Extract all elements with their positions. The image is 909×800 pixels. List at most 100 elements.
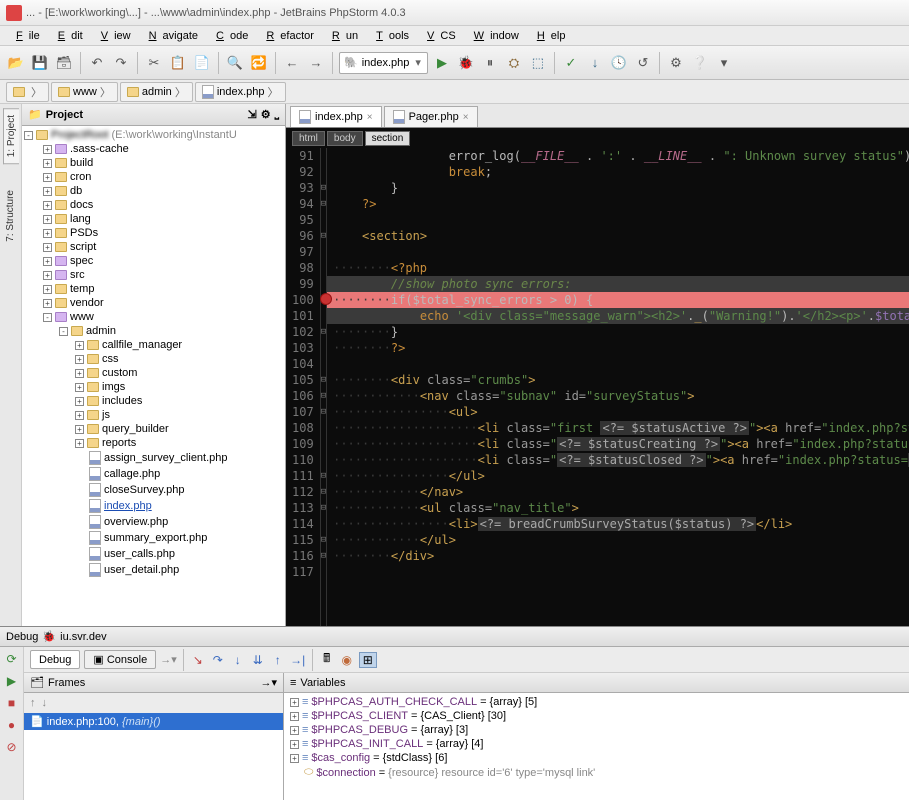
layout-icon[interactable]: ⊞ xyxy=(359,652,377,668)
variable-row[interactable]: + ≡ $PHPCAS_AUTH_CHECK_CALL = {array} [5… xyxy=(290,695,903,709)
tree-item[interactable]: +custom xyxy=(24,366,283,380)
tree-item[interactable]: +reports xyxy=(24,436,283,450)
variable-row[interactable]: + ≡ $PHPCAS_INIT_CALL = {array} [4] xyxy=(290,737,903,751)
tree-item[interactable]: assign_survey_client.php xyxy=(24,450,283,466)
replace-icon[interactable]: 🔁 xyxy=(249,53,269,73)
tree-item[interactable]: +callfile_manager xyxy=(24,338,283,352)
breadcrumb-item[interactable]: 〉 xyxy=(6,82,49,102)
menu-tools[interactable]: Tools xyxy=(364,28,415,44)
step-into-icon[interactable]: ↓ xyxy=(230,652,246,668)
code-editor[interactable]: 9192939495969798991001011021031041051061… xyxy=(286,148,909,626)
line-gutter[interactable]: 9192939495969798991001011021031041051061… xyxy=(286,148,321,626)
tree-item[interactable]: +src xyxy=(24,268,283,282)
tree-item[interactable]: +css xyxy=(24,352,283,366)
tree-item[interactable]: +temp xyxy=(24,282,283,296)
frames-dropdown-icon[interactable]: →▾ xyxy=(260,676,277,689)
view-breakpoints-icon[interactable]: ● xyxy=(4,717,20,733)
redo-icon[interactable]: ↷ xyxy=(111,53,131,73)
vcs-update-icon[interactable]: ↓ xyxy=(585,53,605,73)
tb-icon-2[interactable]: ⬚ xyxy=(528,53,548,73)
menu-refactor[interactable]: Refactor xyxy=(254,28,320,44)
project-tree[interactable]: -ProjectRoot (E:\work\working\InstantU+.… xyxy=(22,126,285,626)
hide-icon[interactable]: ⎵ xyxy=(275,108,279,121)
variables-list[interactable]: + ≡ $PHPCAS_AUTH_CHECK_CALL = {array} [5… xyxy=(284,693,909,800)
menu-edit[interactable]: Edit xyxy=(46,28,89,44)
variable-row[interactable]: + ≡ $cas_config = {stdClass} [6] xyxy=(290,751,903,765)
menu-view[interactable]: View xyxy=(89,28,137,44)
path-segment[interactable]: section xyxy=(365,131,411,146)
frame-item[interactable]: 📄 index.php:100, {main}() xyxy=(24,713,283,730)
menu-file[interactable]: File xyxy=(4,28,46,44)
debug-tab-debug[interactable]: Debug xyxy=(30,650,80,669)
tree-item[interactable]: summary_export.php xyxy=(24,530,283,546)
tb-dropdown-icon[interactable]: ▾ xyxy=(714,53,734,73)
tree-item[interactable]: overview.php xyxy=(24,514,283,530)
forward-icon[interactable]: → xyxy=(306,53,326,73)
tree-item[interactable]: +docs xyxy=(24,198,283,212)
debug-tab-console[interactable]: ▣Console xyxy=(84,650,156,669)
tree-item[interactable]: -admin xyxy=(24,324,283,338)
tree-item[interactable]: +includes xyxy=(24,394,283,408)
breadcrumb-item[interactable]: www〉 xyxy=(51,82,118,102)
close-icon[interactable]: × xyxy=(463,112,469,123)
code-content[interactable]: error_log(__FILE__ . ':' . __LINE__ . ":… xyxy=(327,148,909,626)
close-icon[interactable]: × xyxy=(367,112,373,123)
tree-item[interactable]: user_calls.php xyxy=(24,546,283,562)
frame-down-icon[interactable]: ↓ xyxy=(42,697,48,709)
tree-item[interactable]: -www xyxy=(24,310,283,324)
gear-icon[interactable]: ⚙ xyxy=(261,108,271,121)
cut-icon[interactable]: ✂ xyxy=(144,53,164,73)
menu-window[interactable]: Window xyxy=(462,28,525,44)
paste-icon[interactable]: 📄 xyxy=(192,53,212,73)
find-icon[interactable]: 🔍 xyxy=(225,53,245,73)
editor-tab[interactable]: Pager.php× xyxy=(384,106,478,127)
breadcrumb-item[interactable]: admin〉 xyxy=(120,82,193,102)
force-step-into-icon[interactable]: ⇊ xyxy=(250,652,266,668)
side-tab[interactable]: 7: Structure xyxy=(3,184,18,248)
show-exec-point-icon[interactable]: ↘ xyxy=(190,652,206,668)
tree-root[interactable]: -ProjectRoot (E:\work\working\InstantU xyxy=(24,128,283,142)
side-tab[interactable]: 1: Project xyxy=(3,108,19,164)
variable-row[interactable]: + ≡ $PHPCAS_CLIENT = {CAS_Client} [30] xyxy=(290,709,903,723)
tree-item[interactable]: +js xyxy=(24,408,283,422)
frames-list[interactable]: 📄 index.php:100, {main}() xyxy=(24,713,283,800)
vcs-history-icon[interactable]: 🕓 xyxy=(609,53,629,73)
vcs-revert-icon[interactable]: ↺ xyxy=(633,53,653,73)
save-icon[interactable]: 💾 xyxy=(30,53,50,73)
run-to-cursor-icon[interactable]: →| xyxy=(290,652,306,668)
tree-item[interactable]: user_detail.php xyxy=(24,562,283,578)
tree-item[interactable]: index.php xyxy=(24,498,283,514)
tree-item[interactable]: callage.php xyxy=(24,466,283,482)
save-all-icon[interactable]: 🗃 xyxy=(54,53,74,73)
resume-icon[interactable]: ▶ xyxy=(4,673,20,689)
copy-icon[interactable]: 📋 xyxy=(168,53,188,73)
help-icon[interactable]: ❔ xyxy=(690,53,710,73)
tree-item[interactable]: +spec xyxy=(24,254,283,268)
stop-icon[interactable]: ⏸ xyxy=(480,53,500,73)
tree-item[interactable]: +PSDs xyxy=(24,226,283,240)
menu-code[interactable]: Code xyxy=(204,28,254,44)
tree-item[interactable]: +query_builder xyxy=(24,422,283,436)
tree-item[interactable]: +.sass-cache xyxy=(24,142,283,156)
breakpoint-icon[interactable] xyxy=(320,293,332,305)
path-segment[interactable]: html xyxy=(292,131,325,146)
variable-row[interactable]: + ≡ $PHPCAS_DEBUG = {array} [3] xyxy=(290,723,903,737)
mute-breakpoints-icon[interactable]: ⊘ xyxy=(4,739,20,755)
path-segment[interactable]: body xyxy=(327,131,363,146)
editor-tab[interactable]: index.php× xyxy=(290,106,382,127)
step-over-icon[interactable]: ↷ xyxy=(210,652,226,668)
open-icon[interactable]: 📂 xyxy=(6,53,26,73)
back-icon[interactable]: ← xyxy=(282,53,302,73)
tree-item[interactable]: +cron xyxy=(24,170,283,184)
collapse-icon[interactable]: ⇲ xyxy=(248,108,257,121)
tree-item[interactable]: +vendor xyxy=(24,296,283,310)
variable-row[interactable]: ⬭ $connection = {resource} resource id='… xyxy=(290,765,903,780)
tree-item[interactable]: +build xyxy=(24,156,283,170)
tree-item[interactable]: +imgs xyxy=(24,380,283,394)
dbg-dropdown-icon[interactable]: →▾ xyxy=(160,653,177,666)
breadcrumb-item[interactable]: index.php〉 xyxy=(195,82,286,102)
menu-navigate[interactable]: Navigate xyxy=(137,28,204,44)
tree-item[interactable]: +script xyxy=(24,240,283,254)
menu-help[interactable]: Help xyxy=(525,28,572,44)
menu-vcs[interactable]: VCS xyxy=(415,28,462,44)
